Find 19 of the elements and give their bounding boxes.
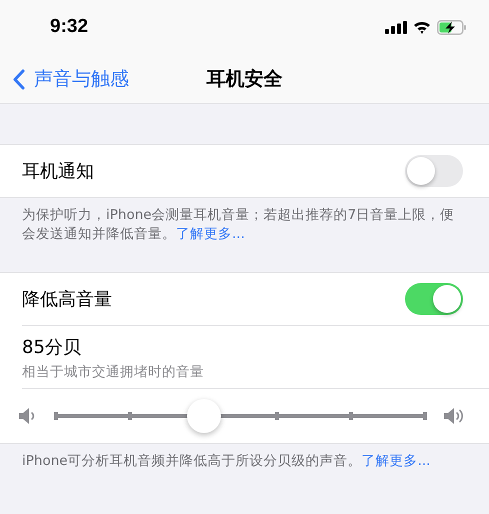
signal-icon: [385, 20, 407, 34]
wifi-icon: [413, 20, 431, 34]
back-chevron-icon[interactable]: [13, 69, 25, 90]
slider-thumb[interactable]: [186, 398, 221, 432]
toggle-switch[interactable]: [405, 283, 463, 315]
setting-label: 降低高音量: [22, 288, 112, 311]
footer-note: 为保护听力，iPhone会测量耳机音量；若超出推荐的7日音量上限，便会发送通知并降低音量。了解更多...: [22, 206, 456, 244]
status-time: 9:32: [50, 16, 88, 38]
toggle-switch[interactable]: [405, 155, 463, 187]
battery-charging-icon: [437, 20, 467, 34]
learn-more-link[interactable]: 了解更多...: [362, 453, 430, 469]
page-title: 耳机安全: [206, 67, 282, 92]
decibel-value: 85分贝: [22, 336, 81, 359]
decibel-description: 相当于城市交通拥堵时的音量: [22, 363, 204, 381]
slider-track[interactable]: [56, 398, 425, 432]
setting-label: 耳机通知: [22, 160, 94, 183]
footer-note: iPhone可分析耳机音频并降低高于所设分贝级的声音。了解更多...: [22, 452, 432, 471]
learn-more-link[interactable]: 了解更多...: [176, 226, 245, 242]
back-button[interactable]: 声音与触感: [32, 64, 131, 94]
